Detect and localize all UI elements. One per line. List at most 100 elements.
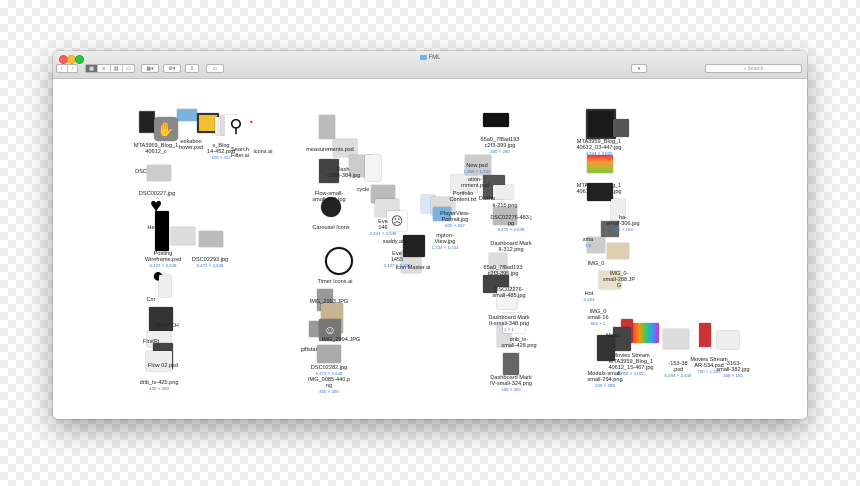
- file-label-f34: mpton- View.jpg 1,334 × 1,334: [432, 233, 459, 250]
- file-name-f5: icons.ai: [253, 149, 273, 155]
- file-label-f12: SWATCH: [155, 323, 179, 329]
- file-label-f13: FirstRi: [143, 339, 159, 345]
- file-label-f30: Icon Master.ai: [396, 265, 431, 271]
- file-thumb-f51[interactable]: [607, 243, 629, 259]
- file-thumb-f9[interactable]: [171, 227, 195, 245]
- file-label-f42: DSC02276- small-485.jpg: [492, 287, 525, 299]
- file-label-f36: New.psd 1,360 × 1,240: [464, 163, 491, 174]
- file-label-f2: eekaboo hover.psd: [179, 139, 203, 151]
- file-size-f49: 4,0: [584, 243, 592, 248]
- nav-buttons: ‹ ›: [56, 64, 78, 73]
- file-size-f56: 5,264 × 2,448: [664, 373, 692, 378]
- file-thumb-f38[interactable]: [493, 185, 513, 199]
- list-view-icon[interactable]: ≡: [98, 65, 111, 72]
- magnifier-icon[interactable]: ⚲: [225, 115, 247, 137]
- file-name-f41: 65a0_7f8ad193 c2f3-395.jpg: [483, 265, 523, 277]
- file-thumb-f11[interactable]: [159, 275, 171, 297]
- file-thumb-f58[interactable]: [717, 331, 739, 349]
- file-size-f15: 400 × 300: [149, 386, 169, 391]
- file-label-f33: PlayerView- Portrait.jpg 600 × 607: [440, 211, 470, 228]
- file-label-f39: DSC02276-483.j pg 5,472 × 3,648: [490, 215, 531, 232]
- file-label-f49: sma 4,0: [583, 237, 594, 248]
- file-label-f8: He: [147, 225, 154, 231]
- coverflow-view-icon[interactable]: ▭: [123, 65, 134, 72]
- file-size-f10: 5,472 × 3,648: [196, 263, 224, 268]
- file-label-f51: IMG_0- small-288.JP G: [603, 271, 635, 289]
- file-thumb-f54[interactable]: [613, 327, 631, 351]
- file-size-f59: 348 × 298: [595, 383, 615, 388]
- hand-icon[interactable]: ✋: [154, 117, 178, 141]
- timer-icon[interactable]: [325, 247, 353, 275]
- file-name-f23: IMG_2994.JPG: [321, 337, 361, 343]
- file-label-f52: Hot 5,264: [584, 291, 595, 302]
- file-thumb-f25[interactable]: [317, 345, 341, 363]
- file-name-f54: Moda: [606, 333, 620, 339]
- file-thumb-f35[interactable]: [483, 113, 509, 127]
- search-placeholder: Search: [747, 66, 764, 72]
- file-name-f48: ha-small-306.jpg: [606, 215, 640, 227]
- file-thumb-f55[interactable]: [633, 323, 659, 343]
- file-thumb-f5[interactable]: ◔: [247, 117, 263, 135]
- gear-icon[interactable]: ⚙▾: [163, 64, 181, 73]
- file-thumb-f47[interactable]: [587, 155, 613, 173]
- tag-icon[interactable]: ▭: [206, 64, 224, 73]
- file-thumb-f57[interactable]: [699, 323, 711, 347]
- file-thumb-f8[interactable]: [155, 211, 169, 251]
- file-size-f35: 360 × 280: [490, 149, 510, 154]
- view-mode-switcher: ▦ ≡ ▥ ▭: [85, 64, 135, 73]
- file-name-f35: 65a0_7f8ad193 c2f3-399.jpg: [480, 137, 520, 149]
- file-thumb-f1[interactable]: [139, 111, 155, 133]
- file-name-f59: Modals-small-small-294.png: [587, 371, 623, 383]
- file-name-f1: MTA3959_Blog_1 40612_c: [133, 143, 179, 155]
- file-thumb-f18b[interactable]: [365, 155, 381, 181]
- arrange-icon[interactable]: ▦▾: [141, 64, 159, 73]
- file-name-f2: eekaboo hover.psd: [178, 139, 204, 151]
- file-label-f43: Dashboard Mark II-small-348.png 1 × 1: [488, 315, 529, 332]
- file-size-f9: 5,472 × 3,648: [149, 263, 177, 268]
- dropbox-icon[interactable]: ▾: [631, 64, 647, 73]
- file-name-f22: IMG_2993.JPG: [309, 299, 349, 305]
- file-name-f56: -153-38 .psd: [668, 361, 688, 373]
- file-label-f47: MTA3959_Blog_1 40612_03-453.jpg: [576, 183, 621, 195]
- file-label-f4: Search Filter.ai: [231, 147, 249, 159]
- file-label-f15: drib_tx-425.png 400 × 300: [140, 380, 179, 391]
- search-field[interactable]: ⌕ Search: [705, 64, 802, 73]
- column-view-icon[interactable]: ▥: [111, 65, 123, 72]
- file-name-f27: Eve 146: [378, 219, 388, 231]
- icon-view-icon[interactable]: ▦: [86, 65, 99, 72]
- forward-arrow-icon[interactable]: ›: [68, 65, 78, 72]
- file-label-f9: Posting Wireframe.psd 5,472 × 3,648: [145, 251, 181, 268]
- file-thumb-f56[interactable]: [663, 329, 689, 349]
- file-label-f26: IMG_0085-440.p ng 400 × 300: [308, 377, 350, 394]
- folder-icon: [419, 55, 427, 60]
- back-arrow-icon[interactable]: ‹: [57, 65, 68, 72]
- file-name-f30: Icon Master.ai: [395, 265, 431, 271]
- file-label-f38: ti-215.png: [493, 203, 518, 209]
- file-name-f24: giftstar: [300, 347, 318, 353]
- file-name-f51: IMG_0- small-288.JP G: [602, 271, 636, 289]
- file-thumb-f16[interactable]: [319, 115, 335, 139]
- file-thumb-f10[interactable]: [199, 231, 223, 247]
- file-label-f59: Modals-small-small-294.png 348 × 298: [587, 371, 622, 388]
- file-name-f17: Dash -3386-384.jpg: [325, 167, 361, 179]
- file-label-f18: Flow-small-small-285.jpg: [312, 191, 345, 203]
- file-label-f21: Timer Icons.ai: [318, 279, 353, 285]
- file-thumb-f2[interactable]: [177, 109, 197, 121]
- file-label-f44: drib_tx-small-428.png: [501, 337, 536, 349]
- file-size-f34: 1,334 × 1,334: [431, 245, 459, 250]
- file-name-f11: Cor: [146, 297, 156, 303]
- file-label-f56: -153-38 .psd 5,264 × 2,448: [665, 361, 692, 378]
- file-thumb-f46[interactable]: [586, 109, 616, 139]
- file-size-f25: 5,472 × 3,648: [315, 371, 343, 376]
- file-thumb-f6[interactable]: [147, 165, 171, 181]
- file-label-f50: IMG_0: [588, 261, 605, 267]
- file-name-f38: ti-215.png: [492, 203, 518, 209]
- file-name-f58: -3163- small-382.jpg: [716, 361, 750, 373]
- file-thumb-f46b[interactable]: [613, 119, 629, 137]
- file-label-f40: Dashboard Mark II-312.png: [490, 241, 531, 253]
- file-thumb-f45[interactable]: [503, 353, 519, 375]
- share-icon[interactable]: ⇪: [185, 64, 199, 73]
- window-title-text: FML: [428, 55, 441, 61]
- file-size-f26: 400 × 300: [319, 389, 339, 394]
- file-name-f34: mpton- View.jpg: [434, 233, 456, 245]
